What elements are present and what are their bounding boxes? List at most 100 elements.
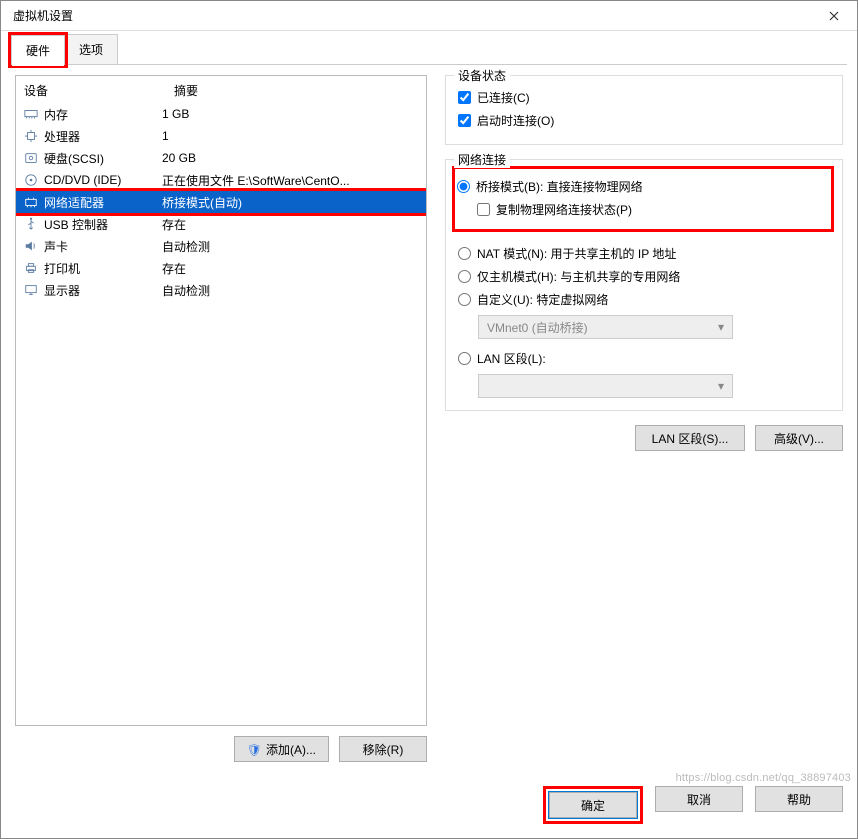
device-summary: 1 GB bbox=[162, 107, 420, 121]
help-button[interactable]: 帮助 bbox=[755, 786, 843, 812]
bridged-radio[interactable] bbox=[457, 180, 470, 193]
right-column: 设备状态 已连接(C) 启动时连接(O) 网络连接 桥接模式(B): 直接连接物… bbox=[445, 75, 843, 762]
add-button-label: 添加(A)... bbox=[266, 743, 316, 757]
device-name: 处理器 bbox=[44, 128, 80, 145]
sound-icon bbox=[22, 238, 40, 254]
device-list-header: 设备 摘要 bbox=[16, 76, 426, 103]
disk-icon bbox=[22, 150, 40, 166]
network-legend: 网络连接 bbox=[454, 151, 510, 168]
device-name: 打印机 bbox=[44, 260, 80, 277]
tab-options[interactable]: 选项 bbox=[64, 34, 118, 65]
cancel-label: 取消 bbox=[687, 793, 711, 807]
connect-poweron-label: 启动时连接(O) bbox=[477, 112, 554, 129]
ok-button[interactable]: 确定 bbox=[549, 792, 637, 818]
replicate-row[interactable]: 复制物理网络连接状态(P) bbox=[477, 198, 823, 221]
col-device: 设备 bbox=[24, 82, 174, 99]
close-button[interactable] bbox=[811, 1, 857, 31]
device-row-7[interactable]: 打印机 存在 bbox=[16, 257, 426, 279]
connected-label: 已连接(C) bbox=[477, 89, 530, 106]
connect-poweron-row[interactable]: 启动时连接(O) bbox=[458, 109, 830, 132]
custom-radio[interactable] bbox=[458, 293, 471, 306]
device-list-box: 设备 摘要 内存 1 GB 处理器 1 硬盘(SCSI) 20 GB CD/DVD (IDE… bbox=[15, 75, 427, 726]
tab-row: 硬件 选项 bbox=[1, 31, 857, 65]
device-row-2[interactable]: 硬盘(SCSI) 20 GB bbox=[16, 147, 426, 169]
tab-hardware[interactable]: 硬件 bbox=[11, 35, 65, 65]
cancel-button[interactable]: 取消 bbox=[655, 786, 743, 812]
network-group: 网络连接 桥接模式(B): 直接连接物理网络 复制物理网络连接状态(P) NAT… bbox=[445, 159, 843, 411]
device-row-8[interactable]: 显示器 自动检测 bbox=[16, 279, 426, 301]
custom-label: 自定义(U): 特定虚拟网络 bbox=[477, 291, 608, 308]
lan-segments-label: LAN 区段(S)... bbox=[652, 432, 729, 446]
advanced-button[interactable]: 高级(V)... bbox=[755, 425, 843, 451]
device-row-0[interactable]: 内存 1 GB bbox=[16, 103, 426, 125]
content-area: 设备 摘要 内存 1 GB 处理器 1 硬盘(SCSI) 20 GB CD/DVD (IDE… bbox=[1, 65, 857, 776]
ok-label: 确定 bbox=[581, 799, 605, 813]
shield-icon: 🛡 bbox=[247, 743, 262, 757]
lan-segments-button[interactable]: LAN 区段(S)... bbox=[635, 425, 745, 451]
nic-icon bbox=[22, 194, 40, 210]
device-summary: 存在 bbox=[162, 216, 420, 233]
bridged-radio-row[interactable]: 桥接模式(B): 直接连接物理网络 bbox=[457, 175, 823, 198]
device-summary: 存在 bbox=[162, 260, 420, 277]
device-row-4[interactable]: 网络适配器 桥接模式(自动) bbox=[16, 191, 426, 213]
network-extra-buttons: LAN 区段(S)... 高级(V)... bbox=[445, 425, 843, 451]
connected-checkbox[interactable] bbox=[458, 91, 471, 104]
device-name: 显示器 bbox=[44, 282, 80, 299]
tab-hardware-label: 硬件 bbox=[26, 44, 50, 58]
hostonly-radio[interactable] bbox=[458, 270, 471, 283]
lan-segment-select: ▾ bbox=[478, 374, 733, 398]
close-icon bbox=[829, 11, 839, 21]
device-name: 声卡 bbox=[44, 238, 68, 255]
advanced-label: 高级(V)... bbox=[774, 432, 824, 446]
ok-highlight: 确定 bbox=[543, 786, 643, 824]
device-summary: 自动检测 bbox=[162, 238, 420, 255]
custom-radio-row[interactable]: 自定义(U): 特定虚拟网络 bbox=[458, 288, 830, 311]
lan-radio-row[interactable]: LAN 区段(L): bbox=[458, 347, 830, 370]
connect-poweron-checkbox[interactable] bbox=[458, 114, 471, 127]
memory-icon bbox=[22, 106, 40, 122]
device-summary: 1 bbox=[162, 129, 420, 143]
lan-radio[interactable] bbox=[458, 352, 471, 365]
device-summary: 20 GB bbox=[162, 151, 420, 165]
chevron-down-icon: ▾ bbox=[718, 379, 724, 393]
hostonly-radio-row[interactable]: 仅主机模式(H): 与主机共享的专用网络 bbox=[458, 265, 830, 288]
cd-icon bbox=[22, 172, 40, 188]
col-summary: 摘要 bbox=[174, 82, 198, 99]
device-name: 网络适配器 bbox=[44, 194, 104, 211]
device-summary: 桥接模式(自动) bbox=[162, 194, 420, 211]
help-label: 帮助 bbox=[787, 793, 811, 807]
device-row-6[interactable]: 声卡 自动检测 bbox=[16, 235, 426, 257]
device-status-legend: 设备状态 bbox=[454, 67, 510, 84]
device-list[interactable]: 内存 1 GB 处理器 1 硬盘(SCSI) 20 GB CD/DVD (IDE) 正在使用文… bbox=[16, 103, 426, 725]
custom-select-wrap: VMnet0 (自动桥接) ▾ bbox=[478, 315, 830, 339]
device-name: USB 控制器 bbox=[44, 216, 108, 233]
bridged-highlight: 桥接模式(B): 直接连接物理网络 复制物理网络连接状态(P) bbox=[452, 166, 834, 232]
usb-icon bbox=[22, 216, 40, 232]
device-row-3[interactable]: CD/DVD (IDE) 正在使用文件 E:\SoftWare\CentO... bbox=[16, 169, 426, 191]
left-column: 设备 摘要 内存 1 GB 处理器 1 硬盘(SCSI) 20 GB CD/DVD (IDE… bbox=[15, 75, 427, 762]
dialog-footer: 确定 取消 帮助 bbox=[1, 776, 857, 838]
device-summary: 正在使用文件 E:\SoftWare\CentO... bbox=[162, 172, 420, 189]
remove-button[interactable]: 移除(R) bbox=[339, 736, 427, 762]
nat-radio[interactable] bbox=[458, 247, 471, 260]
device-name: 硬盘(SCSI) bbox=[44, 150, 104, 167]
lan-label: LAN 区段(L): bbox=[477, 350, 546, 367]
replicate-label: 复制物理网络连接状态(P) bbox=[496, 201, 632, 218]
cpu-icon bbox=[22, 128, 40, 144]
title-bar: 虚拟机设置 bbox=[1, 1, 857, 31]
connected-checkbox-row[interactable]: 已连接(C) bbox=[458, 86, 830, 109]
tab-options-label: 选项 bbox=[79, 43, 103, 57]
replicate-checkbox[interactable] bbox=[477, 203, 490, 216]
lan-select-wrap: ▾ bbox=[478, 374, 830, 398]
hostonly-label: 仅主机模式(H): 与主机共享的专用网络 bbox=[477, 268, 680, 285]
device-name: 内存 bbox=[44, 106, 68, 123]
add-button[interactable]: 🛡 添加(A)... bbox=[234, 736, 329, 762]
nat-radio-row[interactable]: NAT 模式(N): 用于共享主机的 IP 地址 bbox=[458, 242, 830, 265]
device-status-group: 设备状态 已连接(C) 启动时连接(O) bbox=[445, 75, 843, 145]
device-name: CD/DVD (IDE) bbox=[44, 173, 121, 187]
nat-label: NAT 模式(N): 用于共享主机的 IP 地址 bbox=[477, 245, 676, 262]
custom-network-value: VMnet0 (自动桥接) bbox=[487, 319, 588, 336]
device-row-5[interactable]: USB 控制器 存在 bbox=[16, 213, 426, 235]
device-summary: 自动检测 bbox=[162, 282, 420, 299]
device-row-1[interactable]: 处理器 1 bbox=[16, 125, 426, 147]
